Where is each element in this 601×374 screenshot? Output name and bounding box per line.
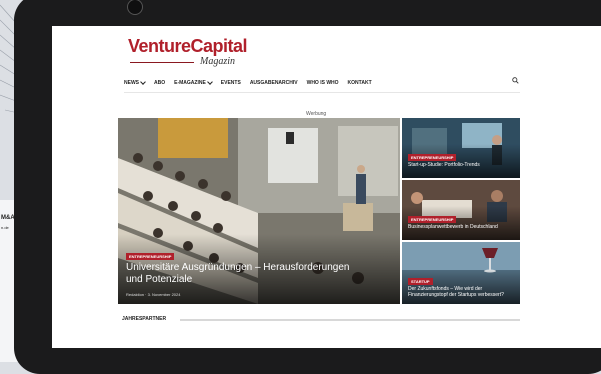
chevron-down-icon — [140, 79, 146, 85]
ad-label: Werbung — [306, 111, 327, 117]
category-badge[interactable]: ENTREPRENEURSHIP — [408, 216, 457, 223]
tile-overlay — [402, 206, 520, 240]
featured-article[interactable]: ENTREPRENEURSHIP Universitäre Ausgründun… — [118, 118, 400, 304]
side-card-line2: n.de — [1, 225, 9, 230]
article-tile-3[interactable]: STARTUP Der Zukunftsfonds – Wie wird der… — [402, 242, 520, 304]
article-tile-2[interactable]: ENTREPRENEURSHIP Businessplanwettbewerb … — [402, 180, 520, 240]
site-logo[interactable]: VentureCapital Magazin — [128, 36, 268, 72]
camera-icon — [127, 0, 143, 15]
main-nav: NEWS ABO E-MAGAZINE EVENTS AUSGABENARCHI… — [124, 78, 372, 88]
tablet-frame: VentureCapital Magazin NEWS ABO E-MAGAZI… — [14, 0, 601, 374]
nav-item-kontakt[interactable]: KONTAKT — [348, 78, 372, 88]
category-badge[interactable]: ENTREPRENEURSHIP — [408, 154, 457, 161]
section-divider — [180, 319, 520, 321]
chevron-down-icon — [206, 79, 213, 85]
nav-divider — [124, 92, 520, 93]
category-badge[interactable]: STARTUP — [408, 278, 433, 285]
nav-item-who-is-who[interactable]: WHO IS WHO — [307, 78, 339, 88]
logo-title: VentureCapital — [128, 36, 248, 56]
tile-title[interactable]: Start-up-Studie: Portfolio-Trends — [408, 162, 514, 168]
side-card-line1: M&A — [1, 215, 15, 221]
category-badge[interactable]: ENTREPRENEURSHIP — [126, 253, 175, 260]
tile-title[interactable]: Der Zukunftsfonds – Wie wird der Finanzi… — [408, 286, 514, 298]
nav-item-news[interactable]: NEWS — [124, 78, 146, 88]
article-title[interactable]: Universitäre Ausgründungen – Herausforde… — [126, 262, 366, 286]
tablet-screen: VentureCapital Magazin NEWS ABO E-MAGAZI… — [52, 26, 601, 348]
article-meta: Redaktion · 3. November 2024 — [126, 292, 181, 297]
nav-item-e-magazine[interactable]: E-MAGAZINE — [174, 78, 213, 88]
nav-item-archive[interactable]: AUSGABENARCHIV — [250, 78, 298, 88]
nav-item-events[interactable]: EVENTS — [221, 78, 241, 88]
nav-item-abo[interactable]: ABO — [154, 78, 165, 88]
logo-subtitle: Magazin — [200, 56, 235, 67]
article-tile-1[interactable]: ENTREPRENEURSHIP Start-up-Studie: Portfo… — [402, 118, 520, 178]
logo-rule — [130, 62, 194, 63]
tile-title[interactable]: Businessplanwettbewerb in Deutschland — [408, 224, 514, 230]
tile-overlay — [402, 144, 520, 178]
search-icon[interactable] — [512, 77, 519, 84]
section-heading-partner: JAHRESPARTNER — [122, 316, 167, 322]
